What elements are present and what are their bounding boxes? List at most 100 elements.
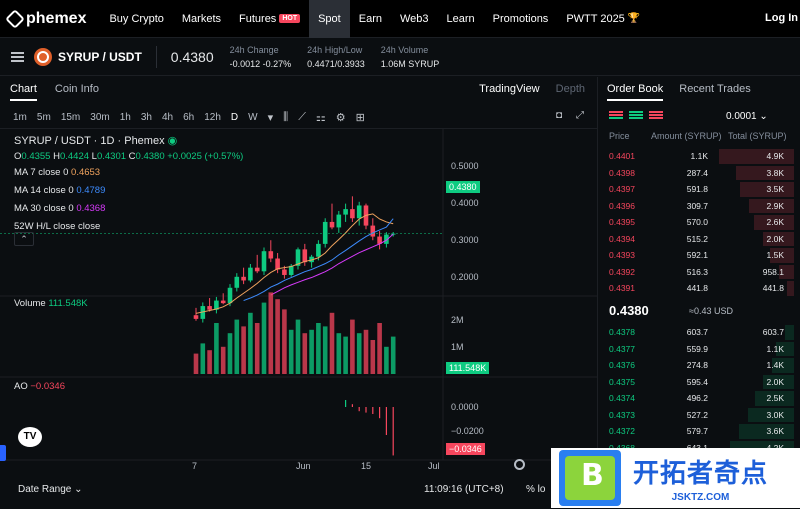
candle-body [227, 287, 233, 304]
nav-web3[interactable]: Web3 [391, 0, 438, 38]
logo-icon [5, 8, 25, 29]
legend-ma14: MA 14 close 0 0.4789 [14, 185, 106, 196]
interval-1h[interactable]: 1h [120, 112, 131, 123]
interval-w[interactable]: W [248, 112, 257, 123]
nav-promotions[interactable]: Promotions [484, 0, 558, 38]
tab-depth[interactable]: Depth [556, 83, 585, 95]
pair-name[interactable]: SYRUP / USDT [58, 50, 142, 64]
layout-bids-icon[interactable] [629, 111, 643, 121]
date-range-button[interactable]: Date Range ⌄ [18, 484, 83, 495]
x-tick: Jun [296, 461, 311, 471]
ticker-bar: SYRUP / USDT 0.4380 24h Change -0.0012 -0… [0, 38, 800, 76]
tab-recent-trades[interactable]: Recent Trades [679, 83, 751, 101]
order-row[interactable]: 0.4372 579.7 3.6K [599, 423, 800, 440]
timezone-clock[interactable]: 11:09:16 (UTC+8) [424, 484, 504, 495]
order-row[interactable]: 0.4378 603.7 603.7 [599, 324, 800, 341]
order-row[interactable]: 0.4373 527.2 3.0K [599, 407, 800, 424]
menu-icon[interactable] [11, 51, 24, 62]
total-cell: 2.0K [766, 233, 785, 244]
tab-order-book[interactable]: Order Book [607, 83, 664, 101]
amount-cell: 579.7 [686, 426, 708, 436]
volume-bar [282, 309, 287, 374]
tab-tradingview[interactable]: TradingView [479, 83, 540, 95]
interval-1m[interactable]: 1m [13, 112, 27, 123]
layout-both-icon[interactable] [609, 111, 623, 121]
nav-markets[interactable]: Markets [173, 0, 230, 38]
add-indicator-icon[interactable]: ⊞ [356, 111, 365, 124]
interval-4h[interactable]: 4h [162, 112, 173, 123]
ad-title: 开拓者奇点 [633, 459, 769, 489]
volume-bar [193, 353, 199, 374]
sidebar-handle[interactable] [0, 445, 6, 461]
gear-icon[interactable] [514, 459, 525, 470]
tab-coin-info[interactable]: Coin Info [55, 83, 99, 101]
nav-buy-crypto[interactable]: Buy Crypto [100, 0, 172, 38]
settings-icon[interactable]: ⚙ [336, 111, 346, 124]
ad-banner[interactable]: B 开拓者奇点 JSKTZ.COM [551, 448, 800, 508]
volume-bar [254, 323, 260, 374]
tab-chart[interactable]: Chart [10, 83, 37, 101]
ruler-icon[interactable]: ⚏ [316, 111, 326, 124]
price-cell: 0.4374 [609, 393, 635, 403]
candle-body [268, 251, 274, 259]
interval-3h[interactable]: 3h [141, 112, 152, 123]
order-row[interactable]: 0.4395 570.0 2.6K [599, 214, 800, 231]
order-row[interactable]: 0.4394 515.2 2.0K [599, 231, 800, 248]
order-row[interactable]: 0.4392 516.3 958.1 [599, 264, 800, 281]
hot-badge: HOT [279, 14, 301, 23]
tradingview-logo-icon[interactable]: TV [18, 427, 42, 447]
screenshot-icon[interactable]: ◘ [556, 110, 562, 121]
scale-options[interactable]: % lo [526, 484, 545, 495]
nav-earn[interactable]: Earn [350, 0, 391, 38]
tick-size-select[interactable]: 0.0001 ⌄ [726, 111, 768, 122]
order-row[interactable]: 0.4391 441.8 441.8 [599, 280, 800, 297]
order-row[interactable]: 0.4377 559.9 1.1K [599, 341, 800, 358]
volume-bar [302, 333, 308, 374]
amount-cell: 1.1K [690, 151, 709, 161]
interval-15m[interactable]: 15m [61, 112, 80, 123]
volume-bar [309, 329, 314, 374]
order-row[interactable]: 0.4397 591.8 3.5K [599, 181, 800, 198]
total-cell: 958.1 [762, 266, 784, 277]
total-cell: 1.1K [766, 343, 785, 354]
volume-bar [329, 312, 335, 374]
layout-asks-icon[interactable] [649, 111, 663, 121]
price-tick: 0.3000 [451, 235, 479, 245]
order-row[interactable]: 0.4396 309.7 2.9K [599, 198, 800, 215]
candle-type-icon[interactable]: ⫼ [283, 111, 288, 124]
order-row[interactable]: 0.4393 592.1 1.5K [599, 247, 800, 264]
order-row[interactable]: 0.4374 496.2 2.5K [599, 390, 800, 407]
interval-5m[interactable]: 5m [37, 112, 51, 123]
brand-logo[interactable]: phemex [5, 8, 86, 29]
volume-bar [220, 346, 226, 374]
nav-spot[interactable]: Spot [309, 0, 350, 38]
interval-30m[interactable]: 30m [90, 112, 109, 123]
total-cell: 2.6K [766, 217, 785, 227]
col-total: Total (SYRUP) [728, 131, 787, 141]
candle-body [248, 267, 253, 281]
volume-bar [248, 312, 253, 374]
candle-body [220, 300, 226, 304]
interval-12h[interactable]: 12h [204, 112, 221, 123]
login-button[interactable]: Log In [765, 12, 798, 24]
order-row[interactable]: 0.4401 1.1K 4.9K [599, 148, 800, 165]
ao-bar [365, 407, 367, 413]
order-row[interactable]: 0.4375 595.4 2.0K [599, 374, 800, 391]
nav-futures[interactable]: Futures HOT [230, 0, 309, 38]
candle-body [234, 276, 240, 288]
nav-learn[interactable]: Learn [438, 0, 484, 38]
chevron-down-icon[interactable]: ▾ [268, 111, 274, 124]
order-row[interactable]: 0.4398 287.4 3.8K [599, 165, 800, 182]
ad-text: 开拓者奇点 JSKTZ.COM [633, 453, 768, 503]
order-row[interactable]: 0.4376 274.8 1.4K [599, 357, 800, 374]
legend-52w: 52W H/L close close [14, 221, 101, 232]
order-book-panel: Order Book Recent Trades 0.0001 ⌄ Price … [599, 77, 800, 508]
nav-pwtt[interactable]: PWTT 2025 🏆 [557, 0, 649, 38]
interval-d[interactable]: D [231, 112, 238, 123]
volume-bar [288, 329, 294, 374]
interval-6h[interactable]: 6h [183, 112, 194, 123]
ao-bar [379, 407, 381, 419]
collapse-legend-button[interactable]: ⌃ [14, 232, 34, 246]
indicator-icon[interactable]: ⟋ [298, 111, 306, 124]
fullscreen-icon[interactable]: ⤢ [576, 110, 584, 121]
